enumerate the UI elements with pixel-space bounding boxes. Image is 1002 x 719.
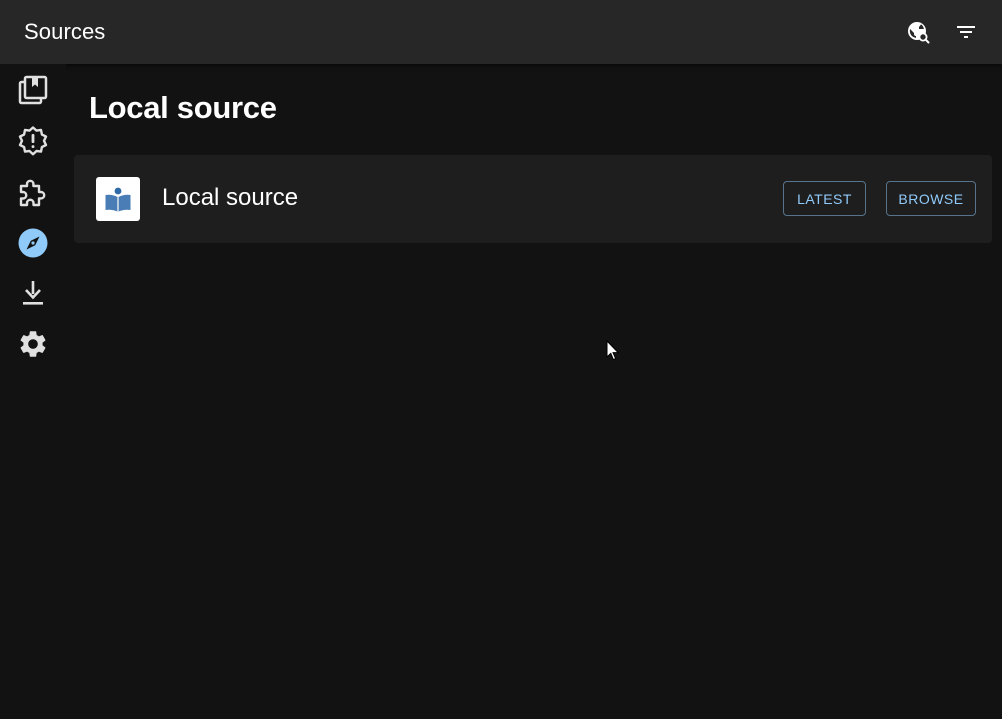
sidebar-item-library[interactable] <box>13 70 53 110</box>
filter-icon <box>957 26 975 38</box>
source-logo <box>96 177 140 221</box>
source-name: Local source <box>162 184 299 211</box>
main-content: Local source Local source LATEST BROWSE <box>66 64 1002 719</box>
app-bar: Sources <box>0 0 1002 64</box>
sidebar <box>0 64 66 719</box>
sidebar-item-updates[interactable] <box>13 121 53 161</box>
extensions-icon <box>19 179 46 207</box>
explore-icon <box>18 228 48 258</box>
sidebar-item-downloads[interactable] <box>13 273 53 313</box>
mouse-cursor-icon <box>606 340 620 361</box>
sidebar-item-settings[interactable] <box>13 324 53 364</box>
library-icon <box>18 75 48 105</box>
browse-button[interactable]: BROWSE <box>886 181 976 216</box>
sidebar-item-extensions[interactable] <box>13 172 53 212</box>
updates-icon <box>18 126 48 156</box>
source-card[interactable]: Local source LATEST BROWSE <box>74 155 992 243</box>
language-search-button[interactable] <box>902 16 934 48</box>
language-search-icon <box>908 22 930 44</box>
page-title: Sources <box>24 19 106 44</box>
latest-button[interactable]: LATEST <box>783 181 866 216</box>
section-title: Local source <box>89 90 277 125</box>
reading-book-icon <box>105 187 131 212</box>
settings-icon <box>20 331 46 357</box>
filter-button[interactable] <box>950 16 982 48</box>
sidebar-item-explore[interactable] <box>13 223 53 263</box>
downloads-icon <box>23 281 43 305</box>
